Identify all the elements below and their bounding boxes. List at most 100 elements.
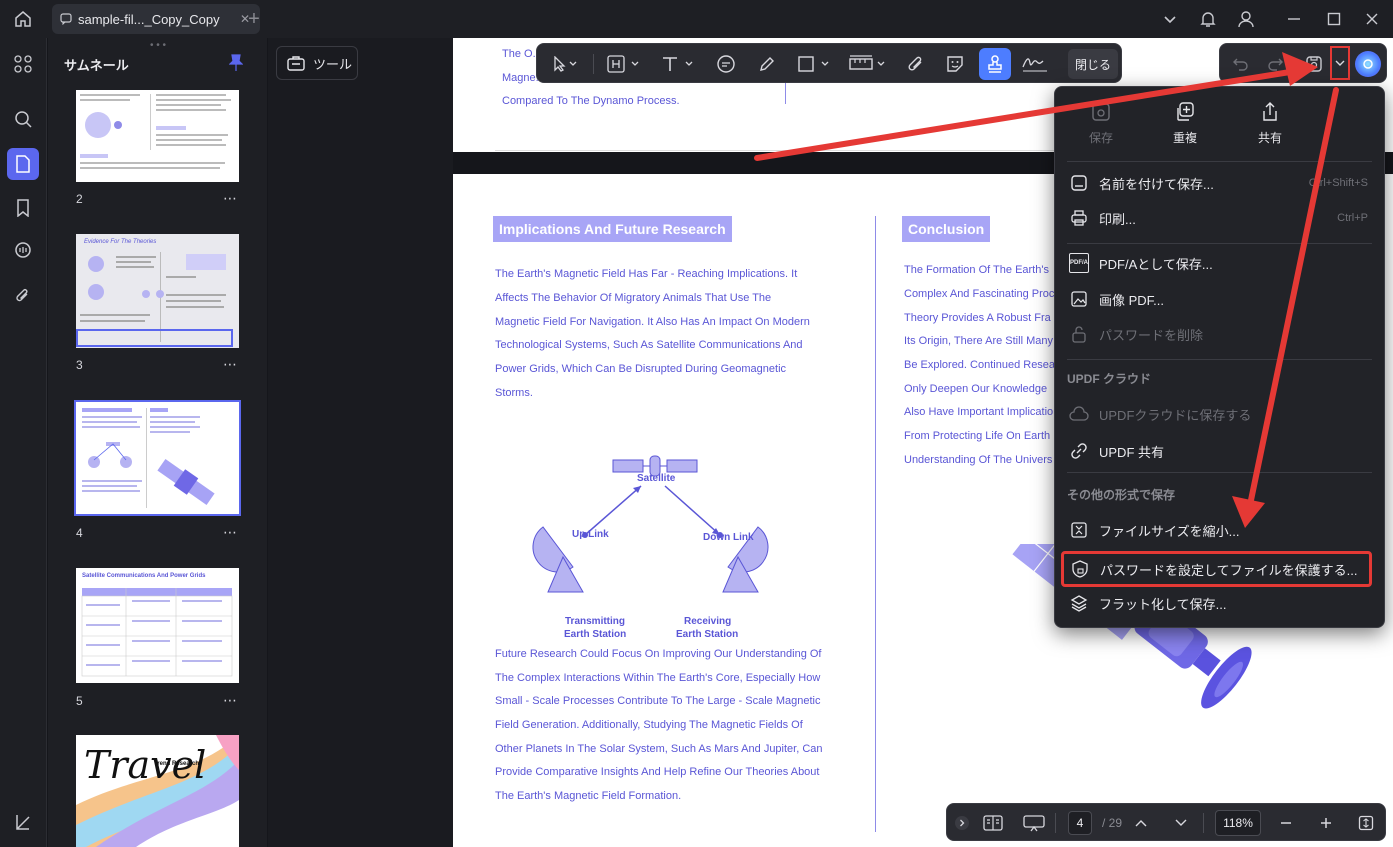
menu-updf-share[interactable]: UPDF 共有 — [1067, 435, 1372, 467]
thumbnail-subheading: Trend Research — [154, 761, 200, 767]
menu-protect-password[interactable]: パスワードを設定してファイルを保護する... — [1061, 551, 1372, 587]
layers-icon[interactable] — [7, 806, 39, 838]
menu-reduce-size-label: ファイルサイズを縮小... — [1099, 523, 1240, 539]
shape-tool-icon[interactable] — [793, 52, 835, 76]
highlight-tool-icon[interactable] — [601, 52, 647, 76]
apps-grid-icon[interactable] — [7, 48, 39, 80]
menu-flatten[interactable]: フラット化して保存... — [1067, 587, 1372, 619]
document-tab[interactable]: sample-fil..._Copy_Copy ✕ — [52, 4, 260, 34]
thumbnail-panel: • • • サムネール 2 ⋯ Evidence For The Theorie… — [48, 38, 267, 847]
zoom-level[interactable]: 118% — [1215, 810, 1261, 836]
more-options-icon[interactable]: ⋯ — [223, 524, 238, 541]
title-bar: sample-fil..._Copy_Copy ✕ + — [0, 0, 1393, 38]
more-options-icon[interactable]: ⋯ — [223, 692, 238, 709]
search-icon[interactable] — [7, 103, 39, 135]
share-icon — [1259, 101, 1281, 123]
more-options-icon[interactable]: ⋯ — [223, 190, 238, 207]
thumbnail-page-4[interactable] — [74, 400, 241, 516]
close-toolbar-button[interactable]: 閉じる — [1068, 49, 1118, 79]
presentation-icon[interactable] — [1021, 811, 1047, 835]
thumbnail-page-3[interactable]: Evidence For The Theories — [76, 234, 239, 348]
pin-icon[interactable] — [229, 54, 243, 72]
menu-pdfa-label: PDF/Aとして保存... — [1099, 256, 1213, 272]
cloud-icon — [1069, 404, 1089, 424]
minimize-icon[interactable] — [1282, 7, 1306, 31]
page-text-line: Storms. — [495, 387, 533, 399]
thumbnail-page-6[interactable]: Travel Trend Research — [76, 735, 239, 847]
tools-button[interactable]: ツール — [276, 46, 358, 80]
menu-save[interactable]: 保存 — [1071, 101, 1131, 146]
menu-image-pdf-label: 画像 PDF... — [1099, 292, 1165, 308]
attachment-icon[interactable] — [7, 280, 39, 312]
menu-reduce-size[interactable]: ファイルサイズを縮小... — [1067, 514, 1372, 546]
ai-assistant-icon[interactable] — [1355, 51, 1381, 77]
home-icon[interactable] — [10, 7, 36, 31]
menu-duplicate[interactable]: 重複 — [1155, 101, 1215, 146]
attach-tool-icon[interactable] — [903, 52, 929, 76]
menu-remove-password[interactable]: パスワードを削除 — [1067, 318, 1372, 350]
close-icon[interactable] — [1360, 7, 1384, 31]
new-tab-button[interactable]: + — [244, 7, 264, 31]
drag-handle-icon[interactable]: • • • — [150, 40, 166, 51]
page-navigation-bar: 4 / 29 118% — [946, 803, 1386, 841]
bookmark-icon[interactable] — [7, 192, 39, 224]
diagram-label-rx-station: Earth Station — [676, 629, 739, 640]
previous-page-icon[interactable] — [1131, 811, 1151, 835]
printer-icon — [1069, 208, 1089, 228]
diagram-label-rx: Receiving — [684, 616, 732, 627]
diagram-label-uplink: Up Link — [572, 529, 609, 540]
page-text-line: Provide Comparative Insights And Help Re… — [495, 766, 820, 778]
pencil-tool-icon[interactable] — [754, 52, 780, 76]
thumbnail-page-5[interactable]: Satellite Communications And Power Grids — [76, 568, 239, 683]
user-icon[interactable] — [1234, 7, 1258, 31]
next-page-icon[interactable] — [1171, 811, 1191, 835]
current-page-input[interactable]: 4 — [1068, 811, 1092, 835]
text-tool-icon[interactable] — [655, 52, 701, 76]
chevron-right-icon[interactable] — [953, 811, 971, 835]
tool-panel: ツール — [268, 38, 453, 847]
menu-section-other: その他の形式で保存 — [1067, 488, 1176, 502]
page-number: 5 — [76, 694, 83, 708]
signature-tool-icon[interactable] — [1019, 52, 1051, 76]
menu-save-pdfa[interactable]: PDF/A PDF/Aとして保存... — [1067, 247, 1372, 279]
page-text-line: Only Deepen Our Knowledge — [904, 383, 1048, 395]
column-divider — [875, 216, 876, 832]
page-number: 4 — [76, 526, 83, 540]
page-layout-icon[interactable] — [981, 811, 1005, 835]
page-text-line: Complex And Fascinating Proc — [904, 288, 1055, 300]
thumbnail-page-2[interactable] — [76, 90, 239, 182]
undo-icon[interactable] — [1228, 52, 1252, 76]
comment-tool-icon[interactable] — [713, 52, 739, 76]
menu-protect-label: パスワードを設定してファイルを保護する... — [1100, 562, 1358, 578]
sticker-tool-icon[interactable] — [942, 52, 968, 76]
menu-share[interactable]: 共有 — [1240, 101, 1300, 146]
comments-icon[interactable] — [7, 235, 39, 267]
maximize-icon[interactable] — [1322, 7, 1346, 31]
chevron-down-icon[interactable] — [1158, 7, 1182, 31]
page-text-line: Other Planets In The Solar System, Such … — [495, 743, 823, 755]
thumbnails-icon[interactable] — [7, 148, 39, 180]
zoom-out-icon[interactable] — [1275, 811, 1297, 835]
image-pdf-icon — [1069, 289, 1089, 309]
page-text-line: Understanding Of The Univers — [904, 454, 1053, 466]
more-options-icon[interactable]: ⋯ — [223, 356, 238, 373]
select-tool-icon[interactable] — [545, 52, 585, 76]
save-as-icon — [1069, 173, 1089, 193]
redo-icon[interactable] — [1264, 52, 1288, 76]
diagram-label-tx: Transmitting — [565, 616, 626, 627]
page-text-line: Magnetic Field For Navigation. It Also H… — [495, 316, 810, 328]
zoom-in-icon[interactable] — [1315, 811, 1337, 835]
fit-page-icon[interactable] — [1355, 811, 1377, 835]
page-text-line: From Protecting Life On Earth — [904, 430, 1051, 442]
measure-tool-icon[interactable] — [845, 52, 891, 76]
save-options-dropdown[interactable] — [1330, 46, 1350, 80]
menu-save-as-label: 名前を付けて保存... — [1099, 176, 1214, 192]
menu-image-pdf[interactable]: 画像 PDF... — [1067, 283, 1372, 315]
save-icon[interactable] — [1302, 52, 1326, 76]
bell-icon[interactable] — [1196, 7, 1220, 31]
stamp-tool-icon[interactable] — [979, 48, 1011, 80]
menu-save-cloud[interactable]: UPDFクラウドに保存する — [1067, 398, 1372, 430]
comment-icon — [60, 13, 72, 25]
menu-print[interactable]: 印刷... Ctrl+P — [1067, 202, 1372, 234]
menu-save-as[interactable]: 名前を付けて保存... Ctrl+Shift+S — [1067, 167, 1372, 199]
